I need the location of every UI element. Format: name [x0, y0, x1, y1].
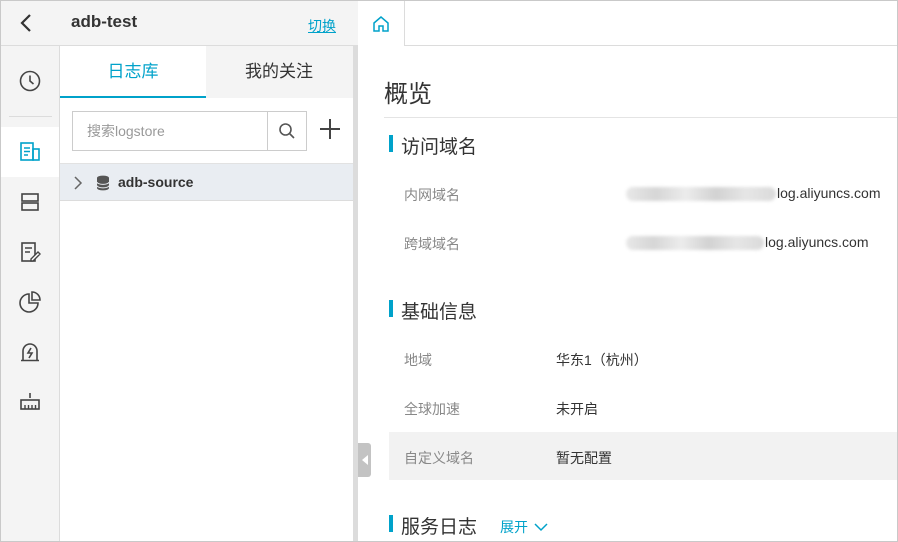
section-title-domain: 访问域名 — [389, 132, 477, 159]
custom-domain-value: 暂无配置 — [556, 450, 612, 466]
global-acceleration-value: 未开启 — [556, 401, 598, 417]
tab-logstores[interactable]: 日志库 — [60, 46, 206, 98]
add-logstore-icon[interactable] — [317, 116, 343, 142]
rail-item-alarm[interactable] — [1, 327, 59, 377]
rail-item-logstore[interactable] — [1, 127, 59, 177]
shipper-icon — [20, 393, 40, 410]
custom-domain-label: 自定义域名 — [404, 450, 474, 466]
redacted-domain-prefix — [626, 236, 764, 250]
cross-domain-value: log.aliyuncs.com — [765, 234, 869, 250]
intranet-domain-label: 内网域名 — [404, 187, 460, 203]
search-button[interactable] — [267, 111, 307, 151]
home-icon — [373, 15, 389, 32]
expand-service-log-link[interactable]: 展开 — [500, 517, 548, 537]
rail-item-recent[interactable] — [1, 56, 59, 106]
chevron-down-icon — [534, 522, 548, 531]
logstore-name: adb-source — [118, 174, 194, 190]
home-tab[interactable] — [358, 1, 405, 46]
global-acceleration-label: 全球加速 — [404, 401, 460, 417]
search-icon — [279, 123, 295, 139]
panel-tabs: 日志库 我的关注 — [60, 46, 353, 98]
clock-icon — [19, 70, 41, 92]
server-icon — [21, 193, 39, 211]
rail-divider — [9, 116, 52, 117]
pie-chart-icon — [19, 291, 41, 313]
edit-doc-icon — [21, 242, 41, 262]
logstore-panel: 日志库 我的关注 adb-source — [60, 46, 353, 541]
page-title: 概览 — [384, 81, 432, 108]
section-title-service-log: 服务日志 — [389, 512, 477, 539]
icon-rail — [1, 46, 60, 541]
project-header: adb-test 切换 — [1, 1, 358, 46]
collapse-panel-handle[interactable] — [358, 443, 371, 477]
rail-item-machine-group[interactable] — [1, 177, 59, 227]
app-window: adb-test 切换 日志库 我的关注 搜索logstore adb-sour… — [0, 0, 898, 542]
cross-domain-label: 跨域域名 — [404, 236, 460, 252]
section-title-basic-info: 基础信息 — [389, 297, 477, 324]
back-arrow-icon[interactable] — [15, 11, 39, 35]
chevron-right-icon[interactable] — [72, 175, 84, 191]
title-divider — [384, 117, 897, 118]
logstore-list-item[interactable]: adb-source — [60, 163, 353, 201]
intranet-domain-value: log.aliyuncs.com — [777, 185, 881, 201]
region-value: 华东1（杭州） — [556, 352, 648, 368]
region-label: 地域 — [404, 352, 432, 368]
logstore-icon — [20, 142, 40, 161]
tab-my-favorites[interactable]: 我的关注 — [206, 46, 352, 98]
project-name: adb-test — [71, 12, 138, 31]
rail-item-shipper[interactable] — [1, 377, 59, 427]
tab-strip — [405, 1, 897, 46]
alarm-icon — [21, 343, 39, 362]
expand-label: 展开 — [500, 519, 528, 535]
database-icon — [96, 175, 110, 191]
rail-item-dashboard[interactable] — [1, 277, 59, 327]
redacted-domain-prefix — [626, 187, 776, 201]
switch-project-link[interactable]: 切换 — [308, 16, 336, 36]
rail-item-saved-search[interactable] — [1, 227, 59, 277]
caret-left-icon — [361, 455, 368, 465]
